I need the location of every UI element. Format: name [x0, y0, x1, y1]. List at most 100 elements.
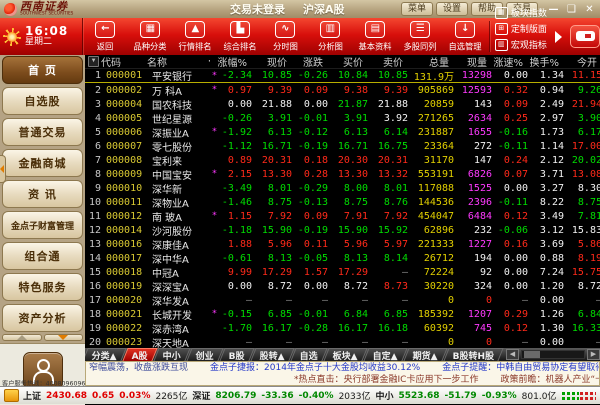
tab-b-to-h[interactable]: B股转H股 [443, 348, 504, 361]
composite-rank-button[interactable]: ▙ 综合排名 [218, 18, 263, 55]
stock-table-body: 1000001平安银行*-2.3410.85-0.2610.8410.85131… [85, 69, 600, 348]
ticker-headline[interactable]: 金点子捷报：2014年金点子十大金股均收益30.12% [210, 362, 420, 374]
stock-row-000009[interactable]: 8000009中国宝安*2.1513.300.2813.3013.3255319… [85, 167, 600, 181]
sidebar-scroll-down-button[interactable] [44, 334, 84, 341]
header-volume[interactable]: 总量 [406, 55, 452, 69]
tab-a-share[interactable]: A股 [122, 348, 157, 361]
column-filter-icon[interactable]: ▼ [88, 56, 99, 67]
stock-row-000008[interactable]: 7000008宝利来0.8920.310.1820.3020.313117014… [85, 153, 600, 167]
ticker-headline[interactable]: 政策前瞻：机器人产业“十二五”规 [500, 374, 600, 386]
header-open[interactable]: 今开 [562, 55, 600, 69]
login-status-text: 交易未登录 [230, 1, 285, 17]
maximize-icon[interactable]: ❑ [565, 4, 578, 15]
tab-category[interactable]: 分类▲ [85, 348, 127, 361]
tab-custom[interactable]: 自定▲ [363, 348, 407, 361]
statusbar-index-value: 深证 [192, 389, 210, 402]
header-flag[interactable]: · [205, 57, 214, 67]
close-icon[interactable]: ✕ [583, 4, 596, 15]
toolbar-more-icon[interactable] [555, 31, 562, 43]
toolbar-small-icon: ▥ [495, 39, 508, 51]
tab-scrollbar[interactable] [521, 350, 585, 359]
stock-row-000020[interactable]: 17000020深华发A—————00—0.00— [85, 293, 600, 307]
sidebar-item-news[interactable]: 资 讯 [2, 180, 83, 208]
sidebar-item-portfolio[interactable]: 组合通 [2, 242, 83, 270]
market-tabstrip: 分类▲A股中小创业B股股转▲自选板块▲自定▲期货▲B股转H股 ◀ ▶ [85, 348, 600, 361]
header-cur-volume[interactable]: 现量 [452, 55, 490, 69]
header-code[interactable]: 代码 [101, 55, 147, 69]
header-speed[interactable]: 涨速% [490, 55, 526, 69]
minimize-icon[interactable]: — [547, 4, 560, 15]
sidebar-collapse-handle[interactable] [0, 155, 6, 183]
statusbar-indices[interactable]: 上证2430.680.650.03%2265亿深证8206.79-33.36-0… [23, 389, 556, 402]
tab-share-transfer[interactable]: 股转▲ [250, 348, 294, 361]
stock-row-000021[interactable]: 18000021长城开发*-0.156.85-0.016.846.8518539… [85, 307, 600, 321]
watchlist-manage-button[interactable]: ↓ 自选管理 [443, 18, 488, 55]
sidebar-item-mall[interactable]: 金融商城 [2, 149, 83, 177]
toolbar-buttons: ← 返回 ▦ 品种分类 ▲ 行情排名 ▙ 综合排名 ∿ 分时图 [83, 18, 488, 55]
header-name[interactable]: 名称 [147, 55, 205, 69]
tab-sector[interactable]: 板块▲ [323, 348, 367, 361]
stock-row-000017[interactable]: 14000017深中华A-0.618.13-0.058.138.14267121… [85, 251, 600, 265]
clock-panel: 16:08 星期二 [0, 18, 83, 55]
tab-futures[interactable]: 期货▲ [403, 348, 447, 361]
tab-scroll-left-button[interactable]: ◀ [506, 349, 519, 360]
tab-watchlist[interactable]: 自选 [290, 348, 327, 361]
custom-layout-button[interactable]: ⊞ 定制版面 [495, 22, 547, 35]
sidebar-item-asset-analysis[interactable]: 资产分析 [2, 304, 83, 332]
multi-stock-button[interactable]: ☰ 多股同列 [398, 18, 443, 55]
toolbar-small-buttons: ▦ 板块指数 ⊞ 定制版面 ▥ 宏观指标 ⊡ 数据管理 [495, 18, 547, 55]
toolbar-button-icon: ▤ [365, 21, 385, 38]
menu-button[interactable]: 菜单 [401, 2, 433, 16]
stock-row-000011[interactable]: 10000011深物业A-1.468.75-0.138.758.76144536… [85, 195, 600, 209]
tab-scroll-right-button[interactable]: ▶ [587, 349, 600, 360]
statusbar-index-value: 2033亿 [339, 389, 371, 402]
skin-switch-button[interactable] [570, 25, 600, 48]
header-change[interactable]: 涨跌 [290, 55, 326, 69]
sidebar-item-trade[interactable]: 普通交易 [2, 118, 83, 146]
tab-chinext[interactable]: 创业 [186, 348, 223, 361]
clock-weekday: 星期二 [25, 38, 68, 48]
sidebar-item-watchlist[interactable]: 自选股 [2, 87, 83, 115]
toolbar-button-icon: ∿ [275, 21, 295, 38]
header-ask[interactable]: 卖价 [366, 55, 406, 69]
time-chart-button[interactable]: ∿ 分时图 [263, 18, 308, 55]
stock-row-000018[interactable]: 15000018中冠A9.9917.291.5717.29—72224920.0… [85, 265, 600, 279]
stock-row-000014[interactable]: 12000014沙河股份-1.1815.90-0.1915.9015.92628… [85, 223, 600, 237]
stock-row-000002[interactable]: 2000002万 科A*0.979.390.099.389.3990586912… [85, 83, 600, 97]
tab-sme[interactable]: 中小 [153, 348, 190, 361]
header-turnover[interactable]: 换手% [526, 55, 562, 69]
stock-row-000012[interactable]: 11000012南 玻A*1.157.920.097.917.924540476… [85, 209, 600, 223]
stock-row-000004[interactable]: 3000004国农科技0.0021.880.0021.8721.88208591… [85, 97, 600, 111]
toolbar-button-icon: ← [95, 21, 115, 38]
sidebar-item-home[interactable]: 首 页 [2, 56, 83, 84]
ticker-headline[interactable]: *热点直击：央行部署金融IC卡应用下一步工作 [294, 374, 478, 386]
sidebar-item-wealth[interactable]: 金点子财富管理 [2, 211, 83, 239]
stock-row-000019[interactable]: 16000019深深宝A0.008.720.008.728.7330220324… [85, 279, 600, 293]
header-price[interactable]: 现价 [250, 55, 290, 69]
sidebar-item-services[interactable]: 特色服务 [2, 273, 83, 301]
stock-row-000001[interactable]: 1000001平安银行*-2.3410.85-0.2610.8410.85131… [85, 69, 600, 83]
stock-row-000006[interactable]: 5000006深振业A*-1.926.13-0.126.136.14231887… [85, 125, 600, 139]
back-button[interactable]: ← 返回 [83, 18, 128, 55]
sidebar-scroll-up-button[interactable] [2, 334, 42, 341]
quote-rank-button[interactable]: ▲ 行情排名 [173, 18, 218, 55]
stock-row-000005[interactable]: 4000005世纪星源-0.263.91-0.013.913.922712652… [85, 111, 600, 125]
header-change-pct[interactable]: 涨幅% [214, 55, 250, 69]
category-button[interactable]: ▦ 品种分类 [128, 18, 173, 55]
macro-indicator-button[interactable]: ▥ 宏观指标 [495, 38, 547, 51]
fundamentals-button[interactable]: ▤ 基本资料 [353, 18, 398, 55]
stock-row-000016[interactable]: 13000016深康佳A1.885.960.115.965.9722133312… [85, 237, 600, 251]
stock-row-000022[interactable]: 19000022深赤湾A-1.7016.17-0.2816.1716.18603… [85, 321, 600, 335]
stock-row-000023[interactable]: 20000023深天地A—————00—0.00— [85, 335, 600, 348]
header-bid[interactable]: 买价 [326, 55, 366, 69]
stock-row-000007[interactable]: 6000007零七股份-1.1216.71-0.1916.7116.752336… [85, 139, 600, 153]
tab-b-share[interactable]: B股 [219, 348, 254, 361]
stock-row-000010[interactable]: 9000010深华新-3.498.01-0.298.008.0111708815… [85, 181, 600, 195]
settings-button[interactable]: 设置 [436, 2, 468, 16]
ticker-headline[interactable]: 金点子提醒：中韩自由贸易协定有望取得重大进展 [442, 362, 600, 374]
sector-index-button[interactable]: ▦ 板块指数 [495, 6, 547, 19]
tab-scrollbar-thumb[interactable] [524, 351, 540, 358]
ticker-headline[interactable]: 窄幅震荡，收盘涨跌互现 [89, 362, 188, 374]
market-title-text: 沪深A股 [303, 1, 345, 17]
analysis-chart-button[interactable]: ▥ 分析图 [308, 18, 353, 55]
